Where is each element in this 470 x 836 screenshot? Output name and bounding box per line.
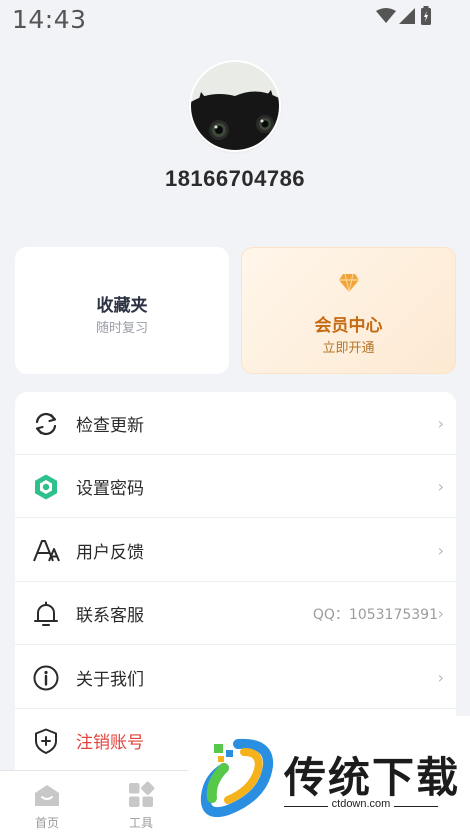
menu-label: 检查更新 (76, 416, 144, 436)
tab-tools[interactable]: 工具 (94, 771, 188, 836)
tab-home[interactable]: 首页 (0, 771, 94, 836)
menu-label: 关于我们 (76, 670, 144, 690)
chevron-right-icon: › (437, 477, 444, 496)
status-bar: 14:43 (0, 0, 470, 40)
username: 18166704786 (164, 166, 306, 191)
grid-icon (129, 781, 155, 807)
menu-item-check-update[interactable]: 检查更新 › (15, 392, 456, 455)
watermark-url: ctdown.com (284, 798, 438, 810)
refresh-icon (35, 412, 57, 436)
tab-tools-label: 工具 (128, 816, 153, 830)
menu-item-user-feedback[interactable]: 用户反馈 › (15, 519, 456, 582)
menu-item-set-password[interactable]: 设置密码 › (15, 455, 456, 518)
font-feedback-icon (33, 540, 60, 562)
diamond-icon (339, 273, 359, 293)
chevron-right-icon: › (437, 541, 444, 560)
cell-signal-icon (399, 8, 415, 24)
status-time: 14:43 (12, 5, 87, 34)
chevron-right-icon: › (437, 604, 444, 623)
ctdown-logo-icon (200, 738, 274, 818)
battery-icon (421, 6, 431, 25)
status-icons (376, 6, 436, 27)
watermark: 传统下载 ctdown.com (188, 716, 470, 836)
chevron-right-icon: › (437, 414, 444, 433)
menu-item-about-us[interactable]: 关于我们 › (15, 646, 456, 709)
vip-subtitle: 立即开通 (322, 341, 375, 356)
favorites-card[interactable]: 收藏夹 随时复习 (15, 247, 229, 374)
hexagon-lock-icon (35, 474, 57, 500)
qq-number: QQ：1053175391 (312, 607, 438, 623)
vip-title: 会员中心 (314, 316, 383, 336)
chevron-right-icon: › (437, 668, 444, 687)
menu-label: 用户反馈 (76, 543, 144, 563)
favorites-subtitle: 随时复习 (95, 321, 148, 336)
watermark-title: 传统下载 (284, 753, 461, 802)
bell-icon (34, 601, 58, 626)
avatar[interactable] (191, 62, 279, 150)
wifi-icon (376, 8, 396, 23)
menu-label: 注销账号 (76, 733, 144, 753)
menu-label: 联系客服 (76, 606, 144, 626)
menu-label: 设置密码 (76, 479, 144, 499)
info-icon (33, 665, 59, 691)
shield-plus-icon (35, 728, 57, 754)
divider (15, 644, 456, 645)
menu-item-customer-service[interactable]: 联系客服 QQ：1053175391 › (15, 582, 456, 645)
divider (15, 517, 456, 518)
favorites-title: 收藏夹 (96, 296, 148, 316)
tab-home-label: 首页 (34, 816, 59, 830)
watermark-url-text: ctdown.com (327, 798, 395, 810)
home-icon (35, 785, 59, 806)
vip-center-card[interactable]: 会员中心 立即开通 (241, 247, 456, 374)
